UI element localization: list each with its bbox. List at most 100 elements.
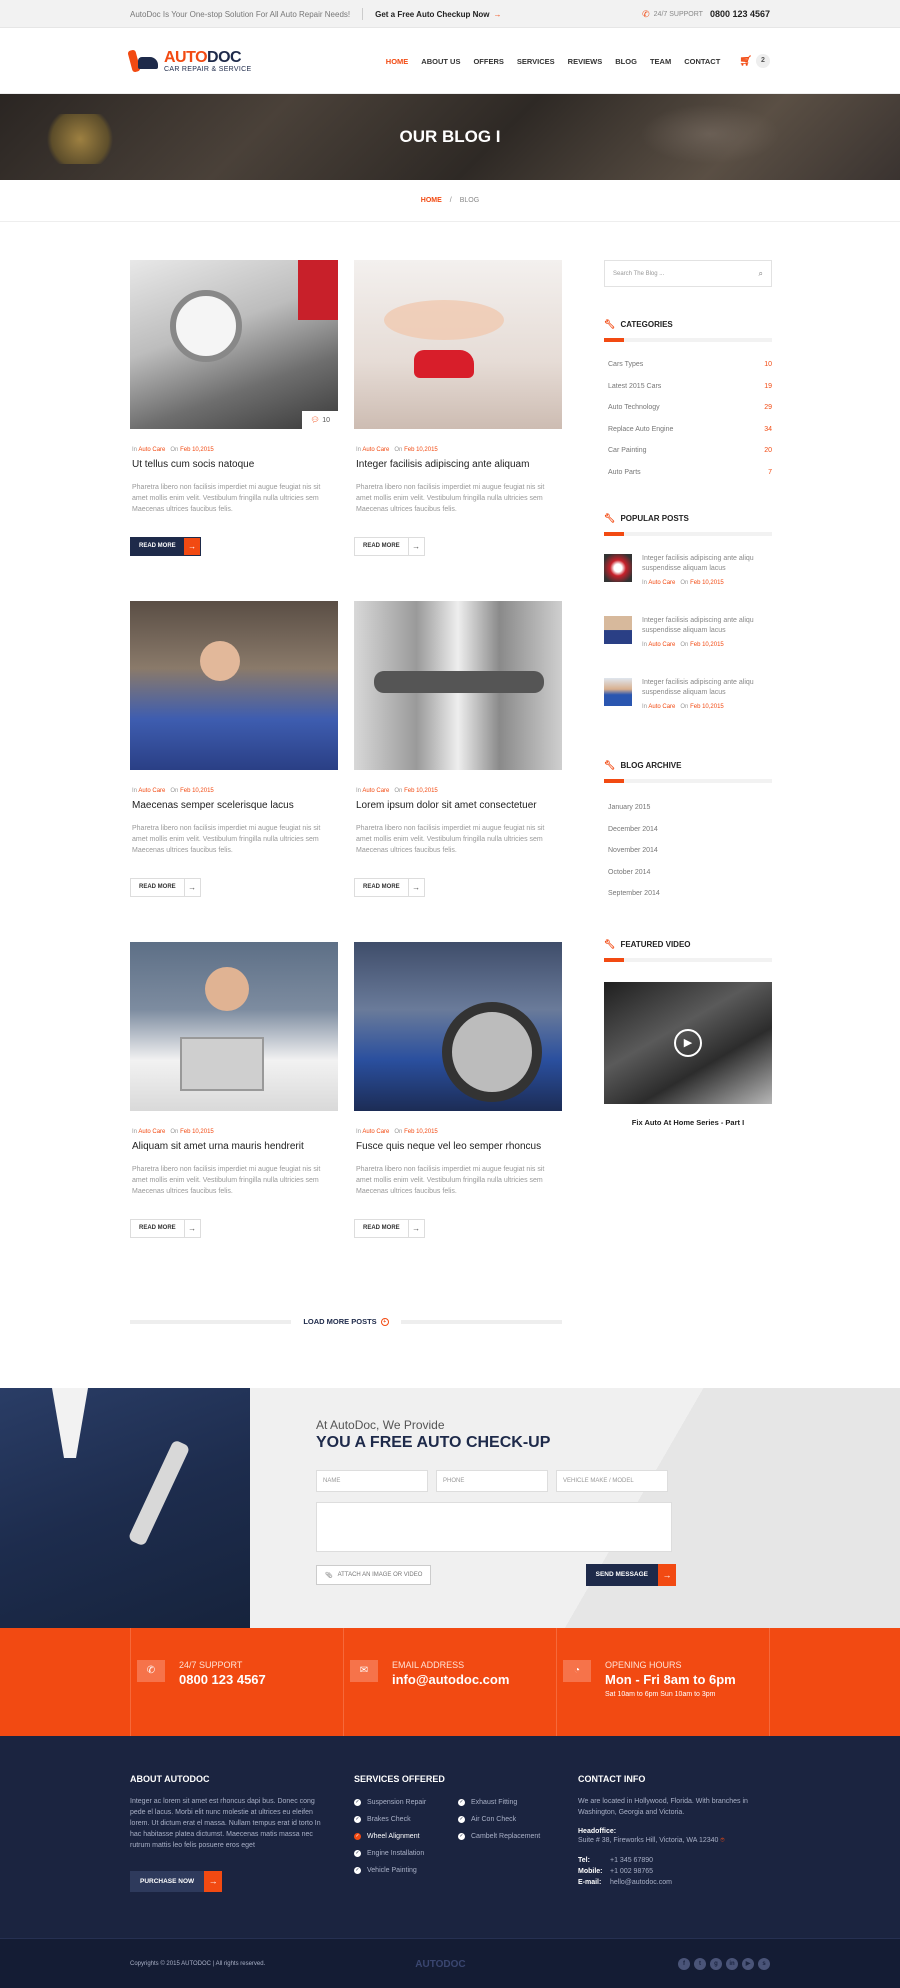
nav-home[interactable]: HOME (386, 57, 409, 66)
post-category[interactable]: Auto Care (362, 788, 389, 794)
category-item[interactable]: Car Painting 20 (604, 440, 772, 462)
search-icon[interactable]: ⌕ (759, 269, 763, 279)
service-item[interactable]: ✓ Cambelt Replacement (458, 1830, 558, 1843)
popular-post-title[interactable]: Integer facilisis adipiscing ante aliqu … (642, 616, 772, 636)
free-checkup-link[interactable]: Get a Free Auto Checkup Now → (375, 10, 501, 19)
popular-post[interactable]: Integer facilisis adipiscing ante aliqu … (604, 678, 772, 740)
youtube-icon[interactable]: ▶ (742, 1958, 754, 1970)
nav-team[interactable]: TEAM (650, 57, 671, 66)
band-phone[interactable]: 0800 123 4567 (179, 1672, 266, 1687)
service-item[interactable]: ✓ Wheel Alignment (354, 1830, 458, 1843)
category-count: 29 (764, 404, 772, 412)
archive-item[interactable]: December 2014 (604, 819, 772, 841)
comment-icon: 💬︎ (310, 417, 320, 424)
nav-blog[interactable]: BLOG (615, 57, 637, 66)
post-title[interactable]: Aliquam sit amet urna mauris hendrerit (130, 1141, 338, 1152)
divider (604, 779, 772, 783)
blog-posts: 💬︎ 10 In Auto Care On Feb 10,2015 Ut tell… (130, 260, 562, 1326)
service-item[interactable]: ✓ Engine Installation (354, 1847, 458, 1860)
post-category[interactable]: Auto Care (362, 447, 389, 453)
nav-reviews[interactable]: REVIEWS (568, 57, 603, 66)
contact-tel[interactable]: +1 345 67890 (610, 1857, 653, 1864)
post-category[interactable]: Auto Care (138, 447, 165, 453)
post-title[interactable]: Ut tellus cum socis natoque (130, 459, 338, 470)
video-caption[interactable]: Fix Auto At Home Series - Part I (604, 1118, 772, 1127)
attach-button[interactable]: 📎︎ ATTACH AN IMAGE OR VIDEO (316, 1565, 432, 1585)
popular-post-category[interactable]: Auto Care (648, 642, 675, 648)
read-more-button[interactable]: READ MORE → (130, 537, 201, 556)
post-category[interactable]: Auto Care (362, 1129, 389, 1135)
post-title[interactable]: Fusce quis neque vel leo semper rhoncus (354, 1141, 562, 1152)
post-image-mechanic-under-car[interactable] (130, 601, 338, 770)
blog-post: In Auto Care On Feb 10,2015 Lorem ipsum … (354, 601, 562, 942)
read-more-button[interactable]: READ MORE → (354, 878, 425, 897)
category-item[interactable]: Replace Auto Engine 34 (604, 419, 772, 441)
post-title[interactable]: Lorem ipsum dolor sit amet consectetuer (354, 800, 562, 811)
google-plus-icon[interactable]: g (710, 1958, 722, 1970)
service-item[interactable]: ✓ Air Con Check (458, 1813, 558, 1826)
post-date: Feb 10,2015 (180, 788, 214, 794)
message-textarea[interactable] (316, 1502, 672, 1552)
play-icon[interactable]: ▶ (674, 1028, 702, 1057)
blog-search-input[interactable]: Search The Blog ... ⌕ (604, 260, 772, 287)
skype-icon[interactable]: s (758, 1958, 770, 1970)
category-item[interactable]: Cars Types 10 (604, 354, 772, 376)
post-category[interactable]: Auto Care (138, 788, 165, 794)
load-more-button[interactable]: LOAD MORE POSTS + (303, 1317, 389, 1326)
contact-mobile[interactable]: +1 002 98765 (610, 1868, 653, 1875)
popular-post-thumbnail[interactable] (604, 554, 632, 582)
read-more-button[interactable]: READ MORE → (354, 1219, 425, 1238)
post-image-camshaft[interactable] (354, 601, 562, 770)
popular-post-category[interactable]: Auto Care (648, 580, 675, 586)
read-more-button[interactable]: READ MORE → (130, 1219, 201, 1238)
cart-button[interactable]: 🛒︎ 2 (739, 54, 770, 68)
archive-item[interactable]: September 2014 (604, 883, 772, 905)
popular-post[interactable]: Integer facilisis adipiscing ante aliqu … (604, 554, 772, 616)
popular-post-thumbnail[interactable] (604, 616, 632, 644)
archive-item[interactable]: January 2015 (604, 797, 772, 819)
post-title[interactable]: Integer facilisis adipiscing ante aliqua… (354, 459, 562, 470)
popular-post-category[interactable]: Auto Care (648, 704, 675, 710)
nav-contact[interactable]: CONTACT (684, 57, 720, 66)
contact-email[interactable]: hello@autodoc.com (610, 1879, 672, 1886)
nav-about[interactable]: ABOUT US (421, 57, 460, 66)
archive-item[interactable]: October 2014 (604, 862, 772, 884)
post-image-hands-red-car[interactable] (354, 260, 562, 429)
band-email[interactable]: info@autodoc.com (392, 1672, 509, 1687)
popular-post-title[interactable]: Integer facilisis adipiscing ante aliqu … (642, 554, 772, 574)
send-message-button[interactable]: SEND MESSAGE → (585, 1564, 676, 1586)
breadcrumb-home[interactable]: HOME (421, 197, 442, 204)
post-category[interactable]: Auto Care (138, 1129, 165, 1135)
post-image-mechanic-laptop[interactable] (130, 942, 338, 1111)
vehicle-field[interactable]: VEHICLE MAKE / MODEL (556, 1470, 668, 1492)
facebook-icon[interactable]: f (678, 1958, 690, 1970)
popular-post-thumbnail[interactable] (604, 678, 632, 706)
service-item[interactable]: ✓ Exhaust Fitting (458, 1796, 558, 1809)
service-item[interactable]: ✓ Brakes Check (354, 1813, 458, 1826)
site-logo[interactable]: AUTODOC CAR REPAIR & SERVICE (127, 48, 251, 74)
map-pin-icon[interactable]: ⌾ (720, 1837, 724, 1844)
category-item[interactable]: Auto Parts 7 (604, 462, 772, 484)
post-title[interactable]: Maecenas semper scelerisque lacus (130, 800, 338, 811)
service-item[interactable]: ✓ Suspension Repair (354, 1796, 458, 1809)
name-field[interactable]: NAME (316, 1470, 428, 1492)
read-more-button[interactable]: READ MORE → (354, 537, 425, 556)
post-image-pressure-gauge[interactable]: 💬︎ 10 (130, 260, 338, 429)
purchase-button[interactable]: PURCHASE NOW → (130, 1871, 225, 1892)
category-item[interactable]: Latest 2015 Cars 19 (604, 376, 772, 398)
twitter-icon[interactable]: t (694, 1958, 706, 1970)
featured-video[interactable]: ▶ (604, 981, 772, 1104)
service-item[interactable]: ✓ Vehicle Painting (354, 1864, 458, 1877)
category-item[interactable]: Auto Technology 29 (604, 397, 772, 419)
comment-count[interactable]: 💬︎ 10 (302, 411, 338, 429)
nav-offers[interactable]: OFFERS (473, 57, 503, 66)
archive-item[interactable]: November 2014 (604, 840, 772, 862)
linkedin-icon[interactable]: in (726, 1958, 738, 1970)
popular-post[interactable]: Integer facilisis adipiscing ante aliqu … (604, 616, 772, 678)
nav-services[interactable]: SERVICES (517, 57, 555, 66)
read-more-button[interactable]: READ MORE → (130, 878, 201, 897)
phone-field[interactable]: PHONE (436, 1470, 548, 1492)
post-image-wheel-alignment[interactable] (354, 942, 562, 1111)
popular-post-title[interactable]: Integer facilisis adipiscing ante aliqu … (642, 678, 772, 698)
support-phone[interactable]: 0800 123 4567 (710, 9, 770, 19)
